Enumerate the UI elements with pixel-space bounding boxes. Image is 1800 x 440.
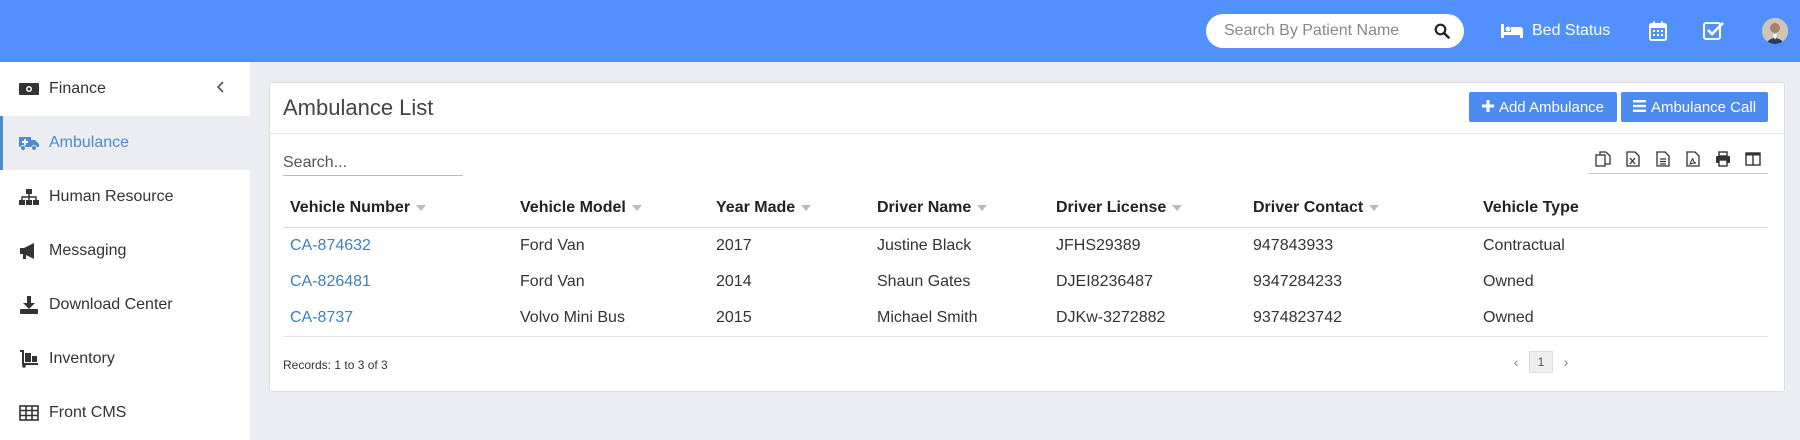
cell-driver-name: Shaun Gates: [877, 273, 971, 290]
cell-vehicle-type: Owned: [1483, 273, 1534, 290]
cell-driver-license: JFHS29389: [1056, 237, 1141, 254]
cell-vehicle-model: Ford Van: [520, 273, 585, 290]
ambulance-call-button[interactable]: Ambulance Call: [1621, 92, 1768, 122]
chevron-left-icon[interactable]: [214, 80, 228, 94]
sidebar-item-label: Download Center: [49, 296, 173, 313]
cell-driver-contact: 9374823742: [1246, 300, 1476, 337]
cell-vehicle-model: Ford Van: [520, 237, 585, 254]
column-header-driver-name[interactable]: Driver Name: [870, 189, 1049, 228]
panel-header: Ambulance List Add Ambulance Ambulance C…: [270, 83, 1784, 134]
plus-icon: [1481, 99, 1494, 116]
list-icon: [1632, 99, 1646, 116]
cell-year-made: 2017: [716, 237, 752, 254]
print-icon[interactable]: [1713, 149, 1733, 169]
page-1-button[interactable]: 1: [1529, 351, 1553, 373]
vehicle-number-link[interactable]: CA-8737: [290, 309, 353, 326]
table-row: CA-874632 Ford Van 2017 Justine Black JF…: [283, 228, 1768, 265]
column-header-driver-license[interactable]: Driver License: [1049, 189, 1246, 228]
sort-icon: [1369, 204, 1380, 211]
megaphone-icon: [18, 241, 40, 261]
grid-icon: [18, 403, 40, 423]
sidebar-item-label: Messaging: [49, 242, 127, 259]
pdf-icon[interactable]: [1683, 149, 1703, 169]
csv-icon[interactable]: [1653, 149, 1673, 169]
records-count: Records: 1 to 3 of 3: [283, 358, 388, 372]
cell-driver-name: Michael Smith: [870, 300, 1049, 337]
table-row: CA-8737 Volvo Mini Bus 2015 Michael Smit…: [283, 300, 1768, 337]
sidebar-item-label: Front CMS: [49, 404, 127, 421]
ambulance-table: Vehicle Number Vehicle Model Year Made D…: [283, 189, 1768, 337]
cell-vehicle-number[interactable]: CA-874632: [283, 228, 513, 265]
add-ambulance-label: Add Ambulance: [1498, 98, 1605, 116]
cell-vehicle-number[interactable]: CA-826481: [283, 264, 513, 300]
cell-vehicle-model: Volvo Mini Bus: [513, 300, 709, 337]
cell-driver-contact: 9347284233: [1253, 273, 1342, 290]
next-page-button[interactable]: ›: [1553, 351, 1579, 373]
sort-icon: [801, 204, 812, 211]
column-header-vehicle-model[interactable]: Vehicle Model: [513, 189, 709, 228]
sort-icon: [631, 204, 642, 211]
bed-status-label: Bed Status: [1532, 22, 1611, 39]
bed-icon: [1500, 19, 1524, 43]
sidebar-item-finance[interactable]: Finance: [0, 62, 250, 116]
sidebar-item-label: Inventory: [49, 350, 115, 367]
sort-icon: [1172, 204, 1183, 211]
sidebar-item-download-center[interactable]: Download Center: [0, 278, 250, 332]
column-header-year-made[interactable]: Year Made: [709, 189, 870, 228]
money-icon: [18, 79, 40, 99]
column-header-vehicle-type: Vehicle Type: [1476, 189, 1768, 228]
download-icon: [18, 295, 40, 315]
cell-vehicle-type: Contractual: [1483, 237, 1565, 254]
cell-driver-license: DJEI8236487: [1056, 273, 1153, 290]
sidebar-item-ambulance[interactable]: Ambulance: [0, 116, 250, 170]
sidebar-item-inventory[interactable]: Inventory: [0, 332, 250, 386]
sidebar-item-front-cms[interactable]: Front CMS: [0, 386, 250, 440]
table-row: CA-826481 Ford Van 2014 Shaun Gates DJEI…: [283, 264, 1768, 300]
vehicle-number-link[interactable]: CA-826481: [290, 273, 371, 290]
user-avatar[interactable]: [1762, 18, 1788, 44]
table-header-row: Vehicle Number Vehicle Model Year Made D…: [283, 189, 1768, 228]
ambulance-list-panel: Ambulance List Add Ambulance Ambulance C…: [269, 82, 1785, 392]
dolly-icon: [18, 349, 40, 369]
patient-search-input[interactable]: [1222, 21, 1433, 41]
columns-icon[interactable]: [1743, 149, 1763, 169]
export-toolbar: [1588, 145, 1768, 174]
column-header-driver-contact[interactable]: Driver Contact: [1246, 189, 1476, 228]
cell-driver-name: Justine Black: [877, 237, 972, 254]
sidebar-item-label: Finance: [49, 80, 106, 97]
cell-year-made: 2014: [716, 273, 752, 290]
calendar-button[interactable]: [1646, 0, 1670, 62]
ambulance-call-label: Ambulance Call: [1650, 98, 1757, 116]
cell-driver-license: DJKw-3272882: [1049, 300, 1246, 337]
add-ambulance-button[interactable]: Add Ambulance: [1469, 92, 1617, 122]
vehicle-number-link[interactable]: CA-874632: [290, 237, 371, 254]
pagination: ‹ 1 ›: [1503, 351, 1579, 373]
search-icon[interactable]: [1433, 21, 1450, 41]
patient-search-box[interactable]: [1206, 14, 1464, 48]
table-search-input[interactable]: [283, 151, 463, 176]
top-navbar: Bed Status: [0, 0, 1800, 62]
copy-icon[interactable]: [1593, 149, 1613, 169]
previous-page-button[interactable]: ‹: [1503, 351, 1529, 373]
sidebar-item-human-resource[interactable]: Human Resource: [0, 170, 250, 224]
sort-icon: [416, 204, 427, 211]
cell-driver-contact: 947843933: [1253, 237, 1334, 254]
sidebar: Finance Ambulance Human Resource Messagi…: [0, 62, 250, 440]
excel-icon[interactable]: [1623, 149, 1643, 169]
column-header-vehicle-number[interactable]: Vehicle Number: [283, 189, 513, 228]
ambulance-icon: [18, 133, 40, 153]
sidebar-item-label: Human Resource: [49, 188, 174, 205]
cell-vehicle-type: Owned: [1476, 300, 1768, 337]
check-square-icon: [1702, 19, 1726, 43]
cell-vehicle-number[interactable]: CA-8737: [283, 300, 513, 337]
bed-status-link[interactable]: Bed Status: [1500, 0, 1610, 62]
page-title: Ambulance List: [283, 95, 434, 120]
sitemap-icon: [18, 187, 40, 207]
sidebar-item-label: Ambulance: [49, 134, 130, 151]
sidebar-item-messaging[interactable]: Messaging: [0, 224, 250, 278]
sort-icon: [977, 204, 988, 211]
calendar-icon: [1646, 19, 1670, 43]
tasks-button[interactable]: [1702, 0, 1726, 62]
cell-year-made: 2015: [709, 300, 870, 337]
